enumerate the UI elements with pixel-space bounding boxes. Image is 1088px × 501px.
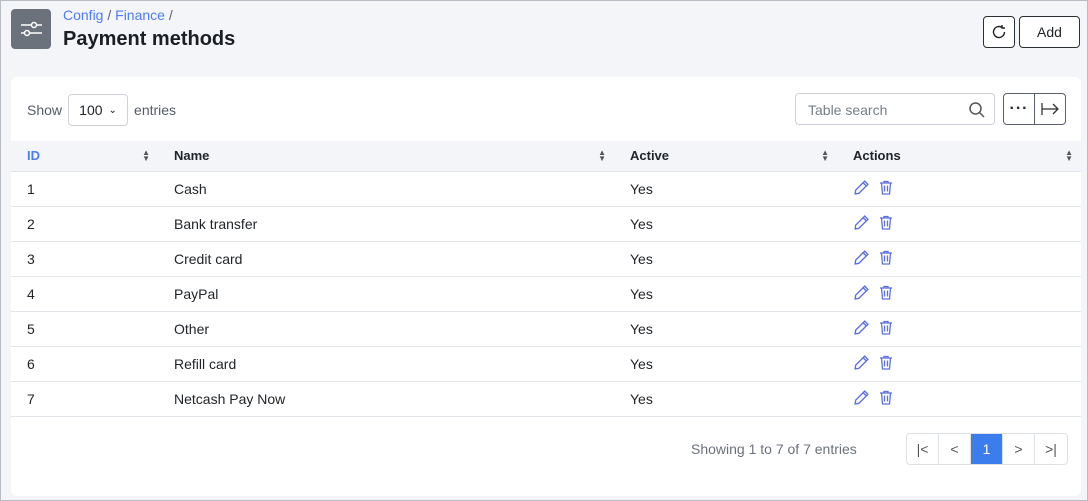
cell-id: 2	[11, 206, 158, 242]
page-title: Payment methods	[63, 28, 236, 50]
more-options-button[interactable]: ···	[1004, 94, 1035, 124]
ellipsis-icon: ···	[1009, 100, 1029, 117]
table-row: 4 PayPal Yes	[11, 276, 1081, 312]
cell-actions	[837, 206, 1081, 242]
prev-page-button[interactable]: <	[939, 434, 971, 464]
cell-name: Cash	[158, 171, 614, 207]
cell-actions	[837, 381, 1081, 417]
cell-id: 3	[11, 241, 158, 277]
table-info: Showing 1 to 7 of 7 entries	[691, 441, 857, 457]
cell-id: 1	[11, 171, 158, 207]
cell-name: Netcash Pay Now	[158, 381, 614, 417]
edit-icon[interactable]	[853, 249, 870, 269]
entries-value: 100	[79, 102, 103, 118]
cell-actions	[837, 171, 1081, 207]
sort-icon: ▲ ▼	[1065, 148, 1073, 163]
cell-actions	[837, 311, 1081, 347]
trash-icon[interactable]	[878, 249, 894, 269]
table-row: 5 Other Yes	[11, 311, 1081, 347]
entries-label: entries	[134, 102, 177, 118]
edit-icon[interactable]	[853, 319, 870, 339]
cell-name: Bank transfer	[158, 206, 614, 242]
cell-name: Refill card	[158, 346, 614, 382]
cell-name: Credit card	[158, 241, 614, 277]
entries-select[interactable]: 100 ⌄	[68, 94, 129, 126]
show-label: Show	[27, 102, 63, 118]
breadcrumb-finance[interactable]: Finance	[115, 7, 165, 23]
table-row: 6 Refill card Yes	[11, 346, 1081, 382]
first-page-button[interactable]: |<	[907, 434, 939, 464]
cell-active: Yes	[614, 171, 837, 207]
edit-icon[interactable]	[853, 354, 870, 374]
cell-name: Other	[158, 311, 614, 347]
cell-actions	[837, 241, 1081, 277]
edit-icon[interactable]	[853, 389, 870, 409]
table-row: 7 Netcash Pay Now Yes	[11, 381, 1081, 417]
breadcrumb-config[interactable]: Config	[63, 7, 103, 23]
cell-active: Yes	[614, 311, 837, 347]
entries-length: Show 100 ⌄ entries	[27, 94, 176, 126]
cell-name: PayPal	[158, 276, 614, 312]
cell-id: 5	[11, 311, 158, 347]
cell-actions	[837, 276, 1081, 312]
cell-active: Yes	[614, 276, 837, 312]
sort-icon: ▲ ▼	[142, 148, 150, 163]
search-icon	[969, 102, 985, 118]
breadcrumb: Config / Finance /	[63, 7, 173, 23]
cell-active: Yes	[614, 381, 837, 417]
sort-icon: ▲ ▼	[821, 148, 829, 163]
search-placeholder: Table search	[808, 102, 888, 118]
sort-icon: ▲ ▼	[598, 148, 606, 163]
trash-icon[interactable]	[878, 354, 894, 374]
chevron-down-icon: ⌄	[108, 104, 117, 116]
table-card: Show 100 ⌄ entries Table search ··· ID ▲ ▼ …	[11, 77, 1081, 496]
cell-id: 7	[11, 381, 158, 417]
refresh-button[interactable]	[983, 16, 1015, 48]
payment-methods-table: ID ▲ ▼ Name ▲ ▼ Active ▲ ▼ Actions ▲ ▼ 1 Cash Yes 2…	[11, 141, 1081, 417]
cell-active: Yes	[614, 241, 837, 277]
page-1-button[interactable]: 1	[971, 434, 1003, 464]
column-header-name[interactable]: Name ▲ ▼	[158, 141, 614, 172]
edit-icon[interactable]	[853, 214, 870, 234]
trash-icon[interactable]	[878, 389, 894, 409]
arrow-right-bar-icon	[1041, 103, 1059, 115]
edit-icon[interactable]	[853, 284, 870, 304]
trash-icon[interactable]	[878, 284, 894, 304]
table-row: 3 Credit card Yes	[11, 241, 1081, 277]
column-header-active[interactable]: Active ▲ ▼	[614, 141, 837, 172]
add-button[interactable]: Add	[1019, 16, 1080, 48]
cell-id: 6	[11, 346, 158, 382]
cell-actions	[837, 346, 1081, 382]
edit-icon[interactable]	[853, 179, 870, 199]
refresh-icon	[992, 25, 1006, 39]
pagination: |< < 1 > >|	[906, 433, 1068, 465]
last-page-button[interactable]: >|	[1035, 434, 1067, 464]
next-page-button[interactable]: >	[1003, 434, 1035, 464]
column-header-id[interactable]: ID ▲ ▼	[11, 141, 158, 172]
trash-icon[interactable]	[878, 319, 894, 339]
cell-active: Yes	[614, 346, 837, 382]
table-row: 1 Cash Yes	[11, 171, 1081, 207]
table-tools: ···	[1003, 93, 1066, 125]
table-search-input[interactable]: Table search	[795, 93, 995, 125]
trash-icon[interactable]	[878, 214, 894, 234]
trash-icon[interactable]	[878, 179, 894, 199]
column-toggle-button[interactable]	[1035, 94, 1065, 124]
table-row: 2 Bank transfer Yes	[11, 206, 1081, 242]
cell-id: 4	[11, 276, 158, 312]
cell-active: Yes	[614, 206, 837, 242]
sliders-icon	[11, 9, 51, 49]
column-header-actions[interactable]: Actions ▲ ▼	[837, 141, 1081, 172]
